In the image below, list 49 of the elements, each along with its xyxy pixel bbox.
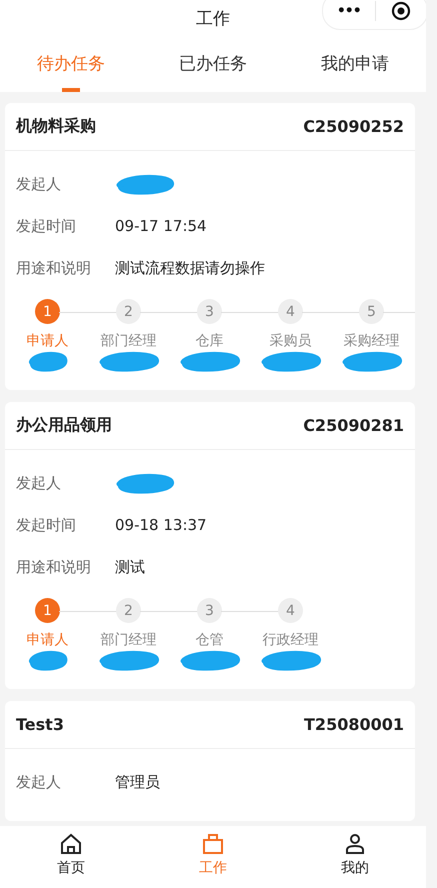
field-value: 测试 — [115, 558, 145, 576]
page-title: 工作 — [196, 8, 230, 30]
step-role: 部门经理 — [100, 332, 156, 350]
field-value: 管理员 — [115, 772, 160, 792]
step-number: 2 — [116, 299, 141, 324]
field-label: 发起人 — [16, 474, 62, 492]
task-code: C25090281 — [303, 416, 404, 435]
target-icon — [391, 1, 412, 21]
field-value: 测试流程数据请勿操作 — [115, 258, 265, 278]
step-number: 3 — [197, 299, 222, 324]
briefcase-icon — [201, 832, 225, 856]
step-role: 采购员 — [270, 332, 312, 350]
step-role: 仓库 — [196, 332, 224, 350]
task-code: C25090252 — [303, 117, 404, 136]
step-number: 4 — [278, 598, 303, 623]
tab[interactable]: 已办任务 — [142, 46, 284, 92]
task-title: 机物料采购 — [16, 116, 96, 137]
tab[interactable]: 我的申请 — [284, 46, 426, 92]
field-label: 发起人 — [16, 174, 62, 194]
field-label: 发起人 — [16, 772, 62, 792]
more-button[interactable]: ••• — [323, 0, 374, 29]
home-icon — [59, 832, 83, 856]
task-code: T25080001 — [304, 715, 404, 734]
field-label: 用途和说明 — [16, 258, 92, 278]
step-number: 4 — [278, 299, 303, 324]
step-role: 申请人 — [26, 332, 68, 350]
user-icon — [343, 832, 367, 856]
task-card[interactable]: 办公用品领用 C25090281 发起人 发起时间 09-18 13:37 用途和说明 测试 1 申请人 2 部门经理 3 仓管 4 行政经理 — [5, 402, 415, 689]
task-card[interactable]: Test3 T25080001 发起人 管理员 — [5, 701, 415, 821]
step-number: 3 — [197, 598, 222, 623]
step-number: 5 — [359, 299, 384, 324]
nav-tab[interactable]: 首页 — [0, 826, 142, 888]
step-number: 1 — [35, 598, 60, 623]
step-role: 仓管 — [196, 631, 224, 649]
field-value: 09-18 13:37 — [115, 516, 207, 534]
step-role: 申请人 — [26, 631, 68, 649]
step-number: 1 — [35, 299, 60, 324]
step-number: 2 — [116, 598, 141, 623]
task-title: Test3 — [16, 715, 64, 734]
field-label: 发起时间 — [16, 216, 77, 236]
step-role: 行政经理 — [262, 631, 318, 649]
step-role: 采购经理 — [344, 332, 400, 350]
nav-tab[interactable]: 我的 — [284, 826, 426, 888]
step-role: 部门经理 — [100, 631, 156, 649]
field-label: 发起时间 — [16, 516, 77, 534]
task-title: 办公用品领用 — [16, 415, 112, 436]
field-value: 09-17 17:54 — [115, 217, 207, 235]
task-card[interactable]: 机物料采购 C25090252 发起人 发起时间 09-17 17:54 用途和说明 测试流程数据请勿操作 1 申请人 2 部门经理 3 仓库 4 采购员 5 采购经理 — [5, 103, 415, 390]
field-label: 用途和说明 — [16, 558, 92, 576]
